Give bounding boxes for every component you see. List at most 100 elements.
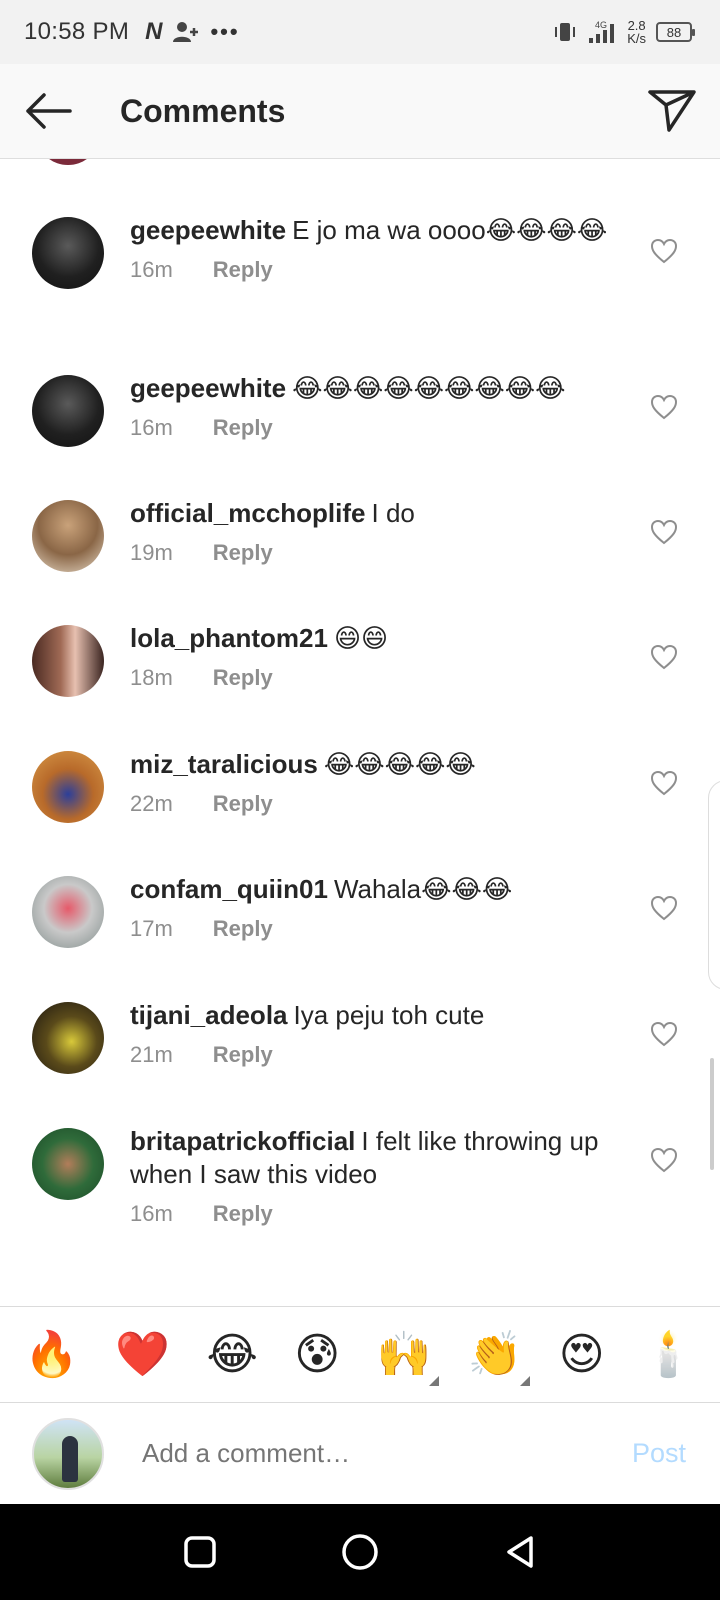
speed-unit: K/s (627, 31, 646, 46)
heart-icon[interactable] (650, 394, 678, 420)
comment-message: I do (371, 498, 415, 528)
comment-time: 18m (130, 665, 173, 690)
avatar[interactable] (32, 751, 104, 823)
avatar[interactable] (32, 1002, 104, 1074)
raised-hands-emoji-button[interactable]: 🙌 (376, 1329, 440, 1386)
status-time: 10:58 PM (24, 18, 130, 45)
avatar[interactable] (32, 500, 104, 572)
arrow-left-icon (26, 93, 72, 129)
comment-body: geepeewhite E jo ma wa oooo😂😂😂😂 16m Reply (130, 214, 630, 283)
system-status: 4G 2.8 K/s 88 (553, 19, 695, 46)
clapping-emoji-button[interactable]: 👏 (468, 1329, 531, 1386)
avatar[interactable] (32, 375, 104, 447)
status-bar: 10:58 PM N ••• 4G 2.8 K/s 88 (0, 0, 720, 64)
comment-text: geepeewhite E jo ma wa oooo😂😂😂😂 (130, 214, 630, 247)
comment-text: official_mcchoplife I do (130, 497, 630, 530)
recent-apps-button[interactable] (170, 1522, 230, 1582)
reply-button[interactable]: Reply (213, 1201, 273, 1227)
scrollbar[interactable] (710, 1058, 714, 1170)
reply-button[interactable]: Reply (213, 415, 273, 441)
avatar[interactable] (32, 876, 104, 948)
heart-icon[interactable] (650, 1147, 678, 1173)
post-button[interactable]: Post (632, 1438, 686, 1469)
comment-username[interactable]: lola_phantom21 (130, 623, 328, 653)
comment-meta: 19m Reply (130, 540, 630, 566)
more-notifications-icon: ••• (210, 19, 240, 44)
share-button[interactable] (624, 64, 720, 159)
heart-emoji-button[interactable]: ❤️ (115, 1329, 170, 1380)
avatar[interactable] (32, 1128, 104, 1200)
back-button[interactable] (0, 64, 96, 159)
page-title: Comments (120, 92, 286, 129)
comment-message: Wahala😂😂😂 (333, 874, 513, 904)
vibrate-icon (555, 23, 576, 41)
comment-text: tijani_adeola Iya peju toh cute (130, 999, 630, 1032)
comment-time: 16m (130, 257, 173, 282)
laughing-emoji-button[interactable]: 😂 (206, 1329, 257, 1380)
header: Comments (0, 64, 720, 159)
avatar (40, 159, 96, 165)
heart-icon[interactable] (650, 770, 678, 796)
side-drawer-handle[interactable] (708, 780, 720, 990)
comment-username[interactable]: confam_quiin01 (130, 874, 328, 904)
comment-meta: 16m Reply (130, 1201, 630, 1227)
reply-button[interactable]: Reply (213, 257, 273, 283)
comment-meta: 16m Reply (130, 415, 630, 441)
comment-time: 22m (130, 791, 173, 816)
comment-message: Iya peju toh cute (293, 1000, 485, 1030)
comment-meta: 16m Reply (130, 257, 630, 283)
comment-input[interactable] (142, 1438, 632, 1469)
comment-time: 17m (130, 916, 173, 941)
reply-button[interactable]: Reply (213, 1042, 273, 1068)
comment-meta: 18m Reply (130, 665, 630, 691)
comment-time: 16m (130, 415, 173, 440)
candle-emoji-button[interactable]: 🕯️ (641, 1329, 696, 1380)
notification-icons: N ••• (145, 18, 239, 46)
add-user-icon (173, 22, 199, 42)
home-button[interactable] (330, 1522, 390, 1582)
comment-time: 19m (130, 540, 173, 565)
comment-text: miz_taralicious 😂😂😂😂😂 (130, 748, 630, 781)
avatar[interactable] (32, 217, 104, 289)
comment-message: 😄😄 (333, 623, 389, 653)
reply-button[interactable]: Reply (213, 916, 273, 942)
heart-icon[interactable] (650, 895, 678, 921)
comment-meta: 22m Reply (130, 791, 630, 817)
comment-body: geepeewhite 😂😂😂😂😂😂😂😂😂 16m Reply (130, 372, 630, 441)
heart-icon[interactable] (650, 644, 678, 670)
heart-eyes-emoji-button[interactable]: 😍 (559, 1329, 605, 1380)
comment-message: 😂😂😂😂😂😂😂😂😂 (292, 373, 566, 403)
comment-username[interactable]: miz_taralicious (130, 749, 318, 779)
reply-button[interactable]: Reply (213, 791, 273, 817)
comment-username[interactable]: geepeewhite (130, 215, 286, 245)
comment-text: confam_quiin01 Wahala😂😂😂 (130, 873, 630, 906)
n-app-icon: N (145, 18, 163, 45)
comment-time: 16m (130, 1201, 173, 1226)
circle-icon (342, 1534, 378, 1570)
comment-body: tijani_adeola Iya peju toh cute 21m Reply (130, 999, 630, 1068)
comment-text: lola_phantom21 😄😄 (130, 622, 630, 655)
current-user-avatar (32, 1417, 104, 1490)
comment-username[interactable]: britapatrickofficial (130, 1126, 355, 1156)
heart-icon[interactable] (650, 238, 678, 264)
comment-meta: 17m Reply (130, 916, 630, 942)
signal-icon: 4G (589, 20, 615, 43)
reply-button[interactable]: Reply (213, 665, 273, 691)
comment-composer: Post (0, 1402, 720, 1504)
fire-emoji-button[interactable]: 🔥 (24, 1329, 79, 1380)
reply-button[interactable]: Reply (213, 540, 273, 566)
comment-time: 21m (130, 1042, 173, 1067)
network-type: 4G (595, 20, 607, 30)
heart-icon[interactable] (650, 1021, 678, 1047)
system-back-button[interactable] (490, 1522, 550, 1582)
comment-username[interactable]: official_mcchoplife (130, 498, 366, 528)
comment-body: miz_taralicious 😂😂😂😂😂 22m Reply (130, 748, 630, 817)
comment-text: britapatrickofficial I felt like throwing… (130, 1125, 630, 1191)
comment-username[interactable]: tijani_adeola (130, 1000, 288, 1030)
anxious-emoji-button[interactable]: 😰 (294, 1329, 340, 1380)
comments-list[interactable]: geepeewhite E jo ma wa oooo😂😂😂😂 16m Reply… (0, 159, 720, 1305)
avatar[interactable] (32, 625, 104, 697)
send-icon (648, 90, 696, 132)
comment-username[interactable]: geepeewhite (130, 373, 286, 403)
heart-icon[interactable] (650, 519, 678, 545)
